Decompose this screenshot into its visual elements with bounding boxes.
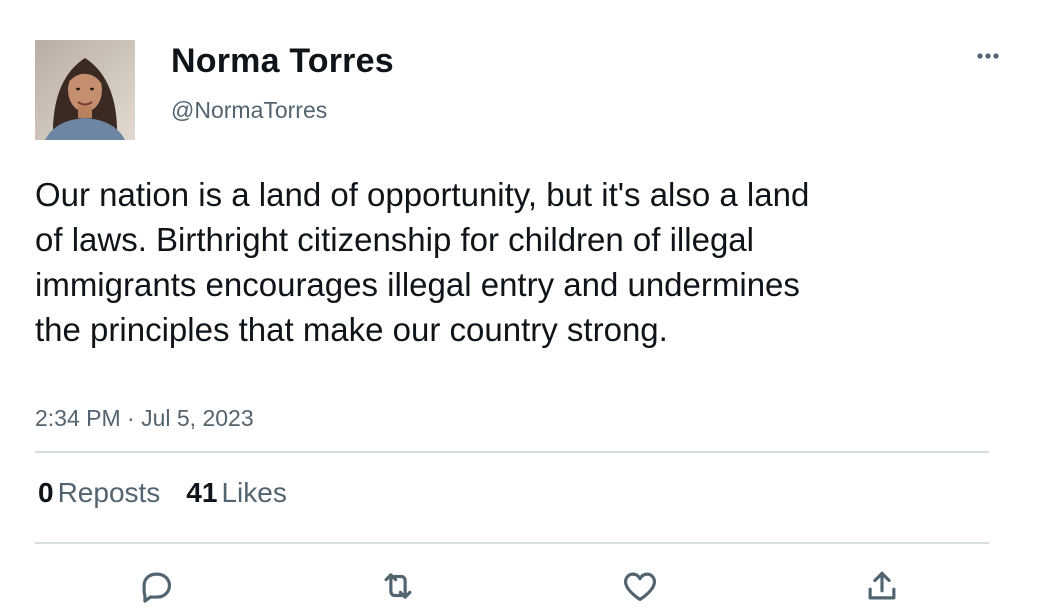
repost-button[interactable] [378,566,418,606]
reposts-stat[interactable]: 0 Reposts [38,477,160,509]
divider [35,451,989,453]
more-horizontal-icon [977,53,999,59]
action-bar [0,562,1050,612]
reposts-count: 0 [38,477,54,508]
likes-label: Likes [221,477,287,508]
tweet-timestamp[interactable]: 2:34 PM · Jul 5, 2023 [35,405,254,432]
avatar-photo [35,40,135,140]
reposts-label: Reposts [57,477,161,508]
reply-icon [142,572,172,603]
avatar[interactable] [35,40,135,140]
divider [35,542,989,544]
engagement-stats: 0 Reposts 41 Likes [38,477,287,509]
likes-count: 41 [186,477,218,508]
share-button[interactable] [862,566,902,606]
more-options-button[interactable] [968,44,1008,68]
author-handle[interactable]: @NormaTorres [171,97,327,124]
likes-stat[interactable]: 41 Likes [186,477,287,509]
share-icon [868,571,896,600]
reply-button[interactable] [136,566,176,606]
author-name[interactable]: Norma Torres [171,42,394,81]
tweet-text: Our nation is a land of opportunity, but… [35,176,810,348]
repost-icon [384,573,412,599]
heart-icon [624,572,656,602]
like-button[interactable] [620,566,660,606]
